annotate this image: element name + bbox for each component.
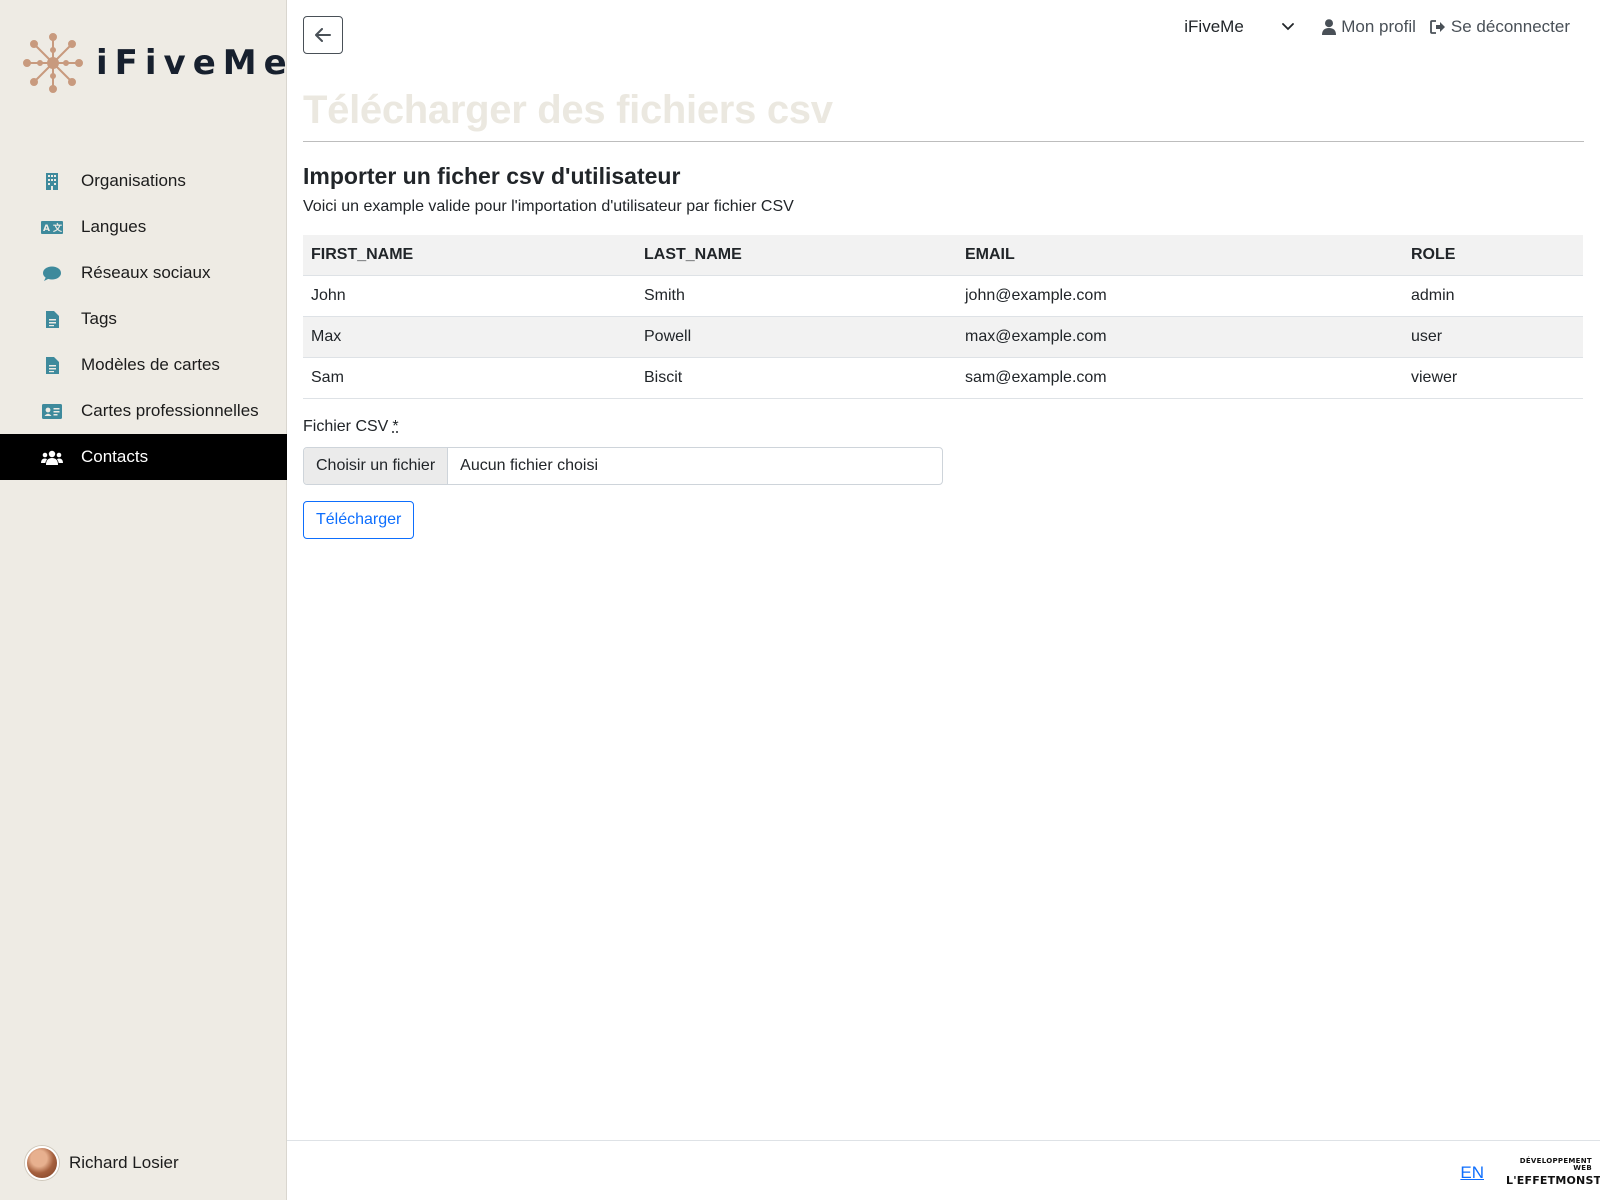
language-icon: A文: [41, 218, 63, 236]
table-cell: john@example.com: [957, 275, 1403, 317]
sidebar-item-langues[interactable]: A文 Langues: [0, 204, 287, 250]
table-row: John Smith john@example.com admin: [303, 275, 1583, 317]
credit-small-text: DÉVELOPPEMENT WEB: [1519, 1157, 1592, 1172]
sidebar-item-label: Réseaux sociaux: [81, 263, 211, 282]
logo-mark-icon: [23, 33, 83, 93]
sidebar-item-reseaux-sociaux[interactable]: Réseaux sociaux: [0, 250, 287, 296]
choose-file-button[interactable]: Choisir un fichier: [304, 448, 449, 484]
footer: EN DÉVELOPPEMENT WEB L'EFFETMONSTRE: [287, 1140, 1600, 1200]
sidebar-item-label: Tags: [81, 309, 117, 328]
developer-credit-logo[interactable]: DÉVELOPPEMENT WEB L'EFFETMONSTRE: [1506, 1157, 1600, 1187]
csv-file-label-text: Fichier CSV: [303, 418, 389, 435]
sidebar-nav: Organisations A文 Langues Réseaux sociaux…: [0, 158, 287, 480]
section-title: Importer un ficher csv d'utilisateur: [303, 163, 681, 189]
table-cell: viewer: [1403, 357, 1583, 399]
sidebar-item-modeles-de-cartes[interactable]: Modèles de cartes: [0, 342, 287, 388]
table-header: EMAIL: [957, 235, 1403, 276]
sidebar-item-label: Organisations: [81, 171, 186, 190]
arrow-left-icon: [315, 28, 331, 42]
comment-icon: [41, 264, 63, 282]
logout-link-label: Se déconnecter: [1450, 17, 1570, 36]
sidebar-item-label: Cartes professionnelles: [81, 401, 259, 420]
table-cell: Sam: [303, 357, 636, 399]
user-icon: [1322, 19, 1337, 35]
table-cell: sam@example.com: [957, 357, 1403, 399]
sidebar: iFiveMe Organisations A文 Langues Réseaux…: [0, 0, 287, 1200]
section-description: Voici un example valide pour l'importati…: [303, 198, 794, 215]
back-button[interactable]: [303, 16, 343, 54]
sidebar-item-label: Langues: [81, 217, 147, 236]
csv-file-label: Fichier CSV *: [303, 418, 399, 436]
table-header: FIRST_NAME: [303, 235, 636, 276]
csv-example-table: FIRST_NAME LAST_NAME EMAIL ROLE John Smi…: [303, 235, 1583, 399]
sidebar-item-label: Contacts: [81, 447, 149, 466]
table-cell: Biscit: [636, 357, 957, 399]
user-name: Richard Losier: [69, 1153, 179, 1172]
chevron-down-icon: [1282, 23, 1295, 31]
file-text-icon: [41, 310, 63, 328]
table-cell: John: [303, 275, 636, 317]
brand-name: iFiveMe: [96, 43, 294, 83]
selected-file-name: Aucun fichier choisi: [460, 457, 598, 474]
table-cell: user: [1403, 316, 1583, 358]
credit-big-text: L'EFFETMONSTRE: [1506, 1174, 1600, 1187]
table-cell: Smith: [636, 275, 957, 317]
table-header-row: FIRST_NAME LAST_NAME EMAIL ROLE: [303, 235, 1583, 276]
page-title: Télécharger des fichiers csv: [303, 88, 833, 132]
profile-link[interactable]: Mon profil: [1322, 17, 1416, 37]
file-text-icon: [41, 356, 63, 374]
organization-select[interactable]: iFiveMe: [1184, 17, 1295, 37]
sidebar-item-tags[interactable]: Tags: [0, 296, 287, 342]
table-cell: max@example.com: [957, 316, 1403, 358]
main-content: iFiveMe Mon profil Se déconnecter Téléch…: [287, 0, 1600, 1200]
table-row: Sam Biscit sam@example.com viewer: [303, 357, 1583, 399]
table-cell: admin: [1403, 275, 1583, 317]
profile-link-label: Mon profil: [1341, 17, 1416, 36]
table-row: Max Powell max@example.com user: [303, 316, 1583, 358]
building-icon: [41, 172, 63, 190]
sidebar-item-organisations[interactable]: Organisations: [0, 158, 287, 204]
sidebar-item-label: Modèles de cartes: [81, 355, 220, 374]
title-divider: [303, 141, 1584, 142]
required-marker: *: [392, 418, 399, 435]
table-cell: Max: [303, 316, 636, 358]
sidebar-item-contacts[interactable]: Contacts: [0, 434, 287, 480]
svg-text:A: A: [43, 224, 50, 234]
users-icon: [41, 448, 63, 466]
topbar: iFiveMe Mon profil Se déconnecter: [1184, 17, 1570, 37]
upload-button[interactable]: Télécharger: [303, 501, 415, 539]
table-header: ROLE: [1403, 235, 1583, 276]
current-user[interactable]: Richard Losier: [25, 1146, 179, 1180]
id-card-icon: [41, 402, 63, 420]
table-cell: Powell: [636, 316, 957, 358]
language-switch-link[interactable]: EN: [1460, 1163, 1484, 1183]
sign-out-icon: [1430, 20, 1445, 34]
table-header: LAST_NAME: [636, 235, 957, 276]
brand-logo[interactable]: iFiveMe: [22, 32, 294, 94]
sidebar-item-cartes-professionnelles[interactable]: Cartes professionnelles: [0, 388, 287, 434]
svg-text:文: 文: [52, 222, 63, 234]
organization-select-value: iFiveMe: [1184, 17, 1244, 36]
csv-file-input[interactable]: Choisir un fichier Aucun fichier choisi: [303, 447, 943, 485]
avatar: [25, 1146, 59, 1180]
logout-link[interactable]: Se déconnecter: [1430, 17, 1570, 37]
